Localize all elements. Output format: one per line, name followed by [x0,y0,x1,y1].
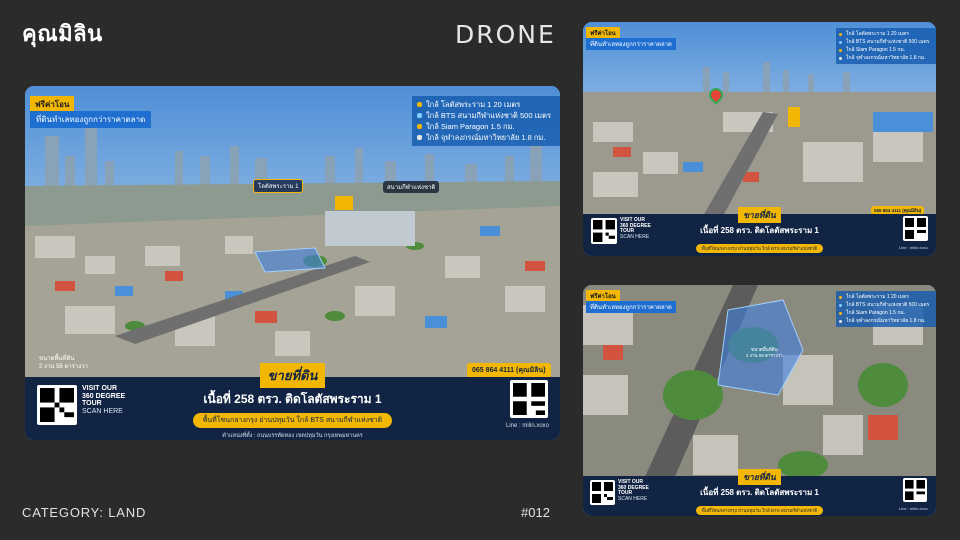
plot-label: ขนาดพื้นที่ดิน [751,347,778,352]
qr-code-line[interactable] [903,478,927,502]
sale-area: เนื้อที่ 258 ตรว. ติดโลตัสพระราม 1 [700,488,819,497]
nearby-info-panel: ใกล้ โลตัสพระราม 1 20 เมตร ใกล้ BTS สนาม… [412,96,560,146]
below-market-tag: ที่ดินทำเลทองถูกกว่าราคาตลาด [586,301,676,313]
university-icon [839,56,842,60]
stadium-pin: สนามกีฬาแห่งชาติ [383,181,440,193]
sale-block: ขายที่ดิน เนื้อที่ 258 ตรว. ติดโลตัสพระร… [583,205,936,256]
nearby-info-row: ใกล้ Siam Paragon 1.5 กม. [839,309,933,317]
nearby-info-row: ใกล้ จุฬาลงกรณ์มหาวิทยาลัย 1.8 กม. [839,317,933,325]
sale-headline: ขายที่ดิน [738,207,781,223]
listing-footer: VISIT OUR 360 DEGREE TOUR SCAN HERE ขายท… [583,207,936,256]
landmark-pin: โลตัสพระราม 1 [253,179,304,193]
location-icon [839,32,842,36]
train-icon [417,113,422,118]
nearby-info-row: ใกล้ โลตัสพระราม 1 20 เมตร [839,293,933,301]
plot-size-label: ขนาดพื้นที่ดิน 2 งาน 58 ตารางวา [746,347,783,359]
nearby-info-panel: ใกล้ โลตัสพระราม 1 20 เมตร ใกล้ BTS สนาม… [836,291,936,327]
nearby-info-panel: ใกล้ โลตัสพระราม 1 20 เมตร ใกล้ BTS สนาม… [836,28,936,64]
location-strip: พื้นที่โซนกลางกรุง ย่านปทุมวัน ใกล้ BTS … [192,413,393,428]
sale-headline: ขายที่ดิน [738,469,781,485]
location-strip: พื้นที่โซนกลางกรุง ย่านปทุมวัน ใกล้ BTS … [695,244,824,253]
university-icon [839,319,842,323]
line-id: Line : milin.xoxo [899,245,928,250]
address-text: ตำแหน่งที่ตั้ง : ถนนบรรทัดทอง เขตปทุมวัน… [222,433,363,439]
nearby-info-row: ใกล้ โลตัสพระราม 1 20 เมตร [839,30,933,38]
nearby-info-row: ใกล้ Siam Paragon 1.5 กม. [417,121,555,132]
below-market-tag: ที่ดินทำเลทองถูกกว่าราคาตลาด [30,111,152,128]
listing-footer: VISIT OUR 360 DEGREE TOUR SCAN HERE ขายท… [25,363,560,440]
listing-image-bottom-right[interactable]: ขนาดพื้นที่ดิน 2 งาน 58 ตารางวา ฟรีค่าโอ… [583,285,936,516]
location-strip: พื้นที่โซนกลางกรุง ย่านปทุมวัน ใกล้ BTS … [695,506,824,515]
nearby-info-row: ใกล้ โลตัสพระราม 1 20 เมตร [417,99,555,110]
item-number: #012 [521,505,550,520]
shopping-icon [417,124,422,129]
below-market-tag: ที่ดินทำเลทองถูกกว่าราคาตลาด [586,38,676,50]
nearby-info-row: ใกล้ BTS สนามกีฬาแห่งชาติ 500 เมตร [839,301,933,309]
sale-block: ขายที่ดิน เนื้อที่ 258 ตรว. ติดโลตัสพระร… [583,467,936,516]
nearby-info-row: ใกล้ BTS สนามกีฬาแห่งชาติ 500 เมตร [839,38,933,46]
section-title: DRONE [455,20,556,49]
listing-image-top-right[interactable]: ฟรีค่าโอน ที่ดินทำเลทองถูกกว่าราคาตลาด ใ… [583,22,936,256]
university-icon [417,135,422,140]
nearby-info-row: ใกล้ Siam Paragon 1.5 กม. [839,46,933,54]
listing-footer: VISIT OUR 360 DEGREE TOUR SCAN HERE ขายท… [583,469,936,516]
brand-name: คุณมิลิน [22,22,103,47]
nearby-info-row: ใกล้ BTS สนามกีฬาแห่งชาติ 500 เมตร [417,110,555,121]
sale-area: เนื้อที่ 258 ตรว. ติดโลตัสพระราม 1 [203,392,382,406]
category-label: CATEGORY: LAND [22,505,147,520]
qr-code-line[interactable] [510,380,548,418]
sale-block: ขายที่ดิน เนื้อที่ 258 ตรว. ติดโลตัสพระร… [25,363,560,440]
sale-headline: ขายที่ดิน [259,363,326,388]
location-icon [417,102,422,107]
shopping-icon [839,48,842,52]
plot-size: 2 งาน 58 ตารางวา [746,352,783,358]
nearby-info-row: ใกล้ จุฬาลงกรณ์มหาวิทยาลัย 1.8 กม. [839,54,933,62]
train-icon [839,40,842,44]
location-icon [839,295,842,299]
line-id: Line : milin.xoxo [506,423,550,429]
listing-image-main[interactable]: ฟรีค่าโอน ที่ดินทำเลทองถูกกว่าราคาตลาด ใ… [25,86,560,440]
nearby-info-row: ใกล้ จุฬาลงกรณ์มหาวิทยาลัย 1.8 กม. [417,132,555,143]
line-id: Line : milin.xoxo [899,506,928,511]
shopping-icon [839,311,842,315]
train-icon [839,303,842,307]
sale-area: เนื้อที่ 258 ตรว. ติดโลตัสพระราม 1 [700,226,819,235]
qr-code-line[interactable] [903,216,928,241]
